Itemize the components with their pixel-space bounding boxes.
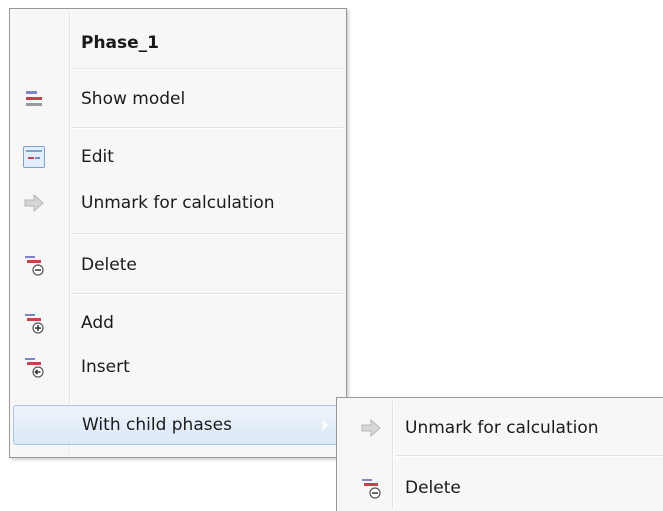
menu-item-label: Delete xyxy=(81,255,137,275)
menu-item-label: Unmark for calculation xyxy=(81,193,275,213)
menu-item-edit[interactable]: Edit xyxy=(13,137,343,177)
menu-separator xyxy=(72,127,343,129)
menu-item-label: Insert xyxy=(81,357,130,377)
arrow-right-icon xyxy=(23,192,45,214)
menu-item-label: With child phases xyxy=(82,415,232,435)
menu-item-delete[interactable]: Delete xyxy=(13,245,343,285)
submenu-item-delete[interactable]: Delete xyxy=(340,468,660,508)
menu-separator xyxy=(72,68,343,70)
menu-item-with-child-phases[interactable]: With child phases xyxy=(13,405,343,445)
edit-phase-icon xyxy=(23,146,45,168)
menu-item-unmark-for-calculation[interactable]: Unmark for calculation xyxy=(13,183,343,223)
phase-insert-icon xyxy=(23,356,45,378)
submenu-item-label: Delete xyxy=(405,478,461,498)
menu-item-show-model[interactable]: Show model xyxy=(13,79,343,119)
menu-title-label: Phase_1 xyxy=(81,33,160,53)
menu-item-add[interactable]: Add xyxy=(13,303,343,343)
submenu-arrow-icon xyxy=(323,420,328,430)
menu-separator xyxy=(395,455,663,457)
menu-separator xyxy=(72,293,343,295)
model-lines-icon xyxy=(23,88,45,110)
phase-delete-icon xyxy=(360,477,382,499)
submenu-with-child-phases: Unmark for calculation Delete xyxy=(336,397,663,511)
context-menu: Phase_1 Show model Edit Unmark for calcu… xyxy=(9,8,347,458)
menu-item-label: Show model xyxy=(81,89,186,109)
submenu-item-unmark-for-calculation[interactable]: Unmark for calculation xyxy=(340,408,660,448)
phase-delete-icon xyxy=(23,254,45,276)
menu-item-label: Add xyxy=(81,313,114,333)
phase-add-icon xyxy=(23,312,45,334)
menu-item-label: Edit xyxy=(81,147,114,167)
submenu-item-label: Unmark for calculation xyxy=(405,418,599,438)
menu-title-phase: Phase_1 xyxy=(13,23,343,63)
menu-separator xyxy=(72,233,343,235)
arrow-right-icon xyxy=(360,417,382,439)
menu-item-insert[interactable]: Insert xyxy=(13,347,343,387)
